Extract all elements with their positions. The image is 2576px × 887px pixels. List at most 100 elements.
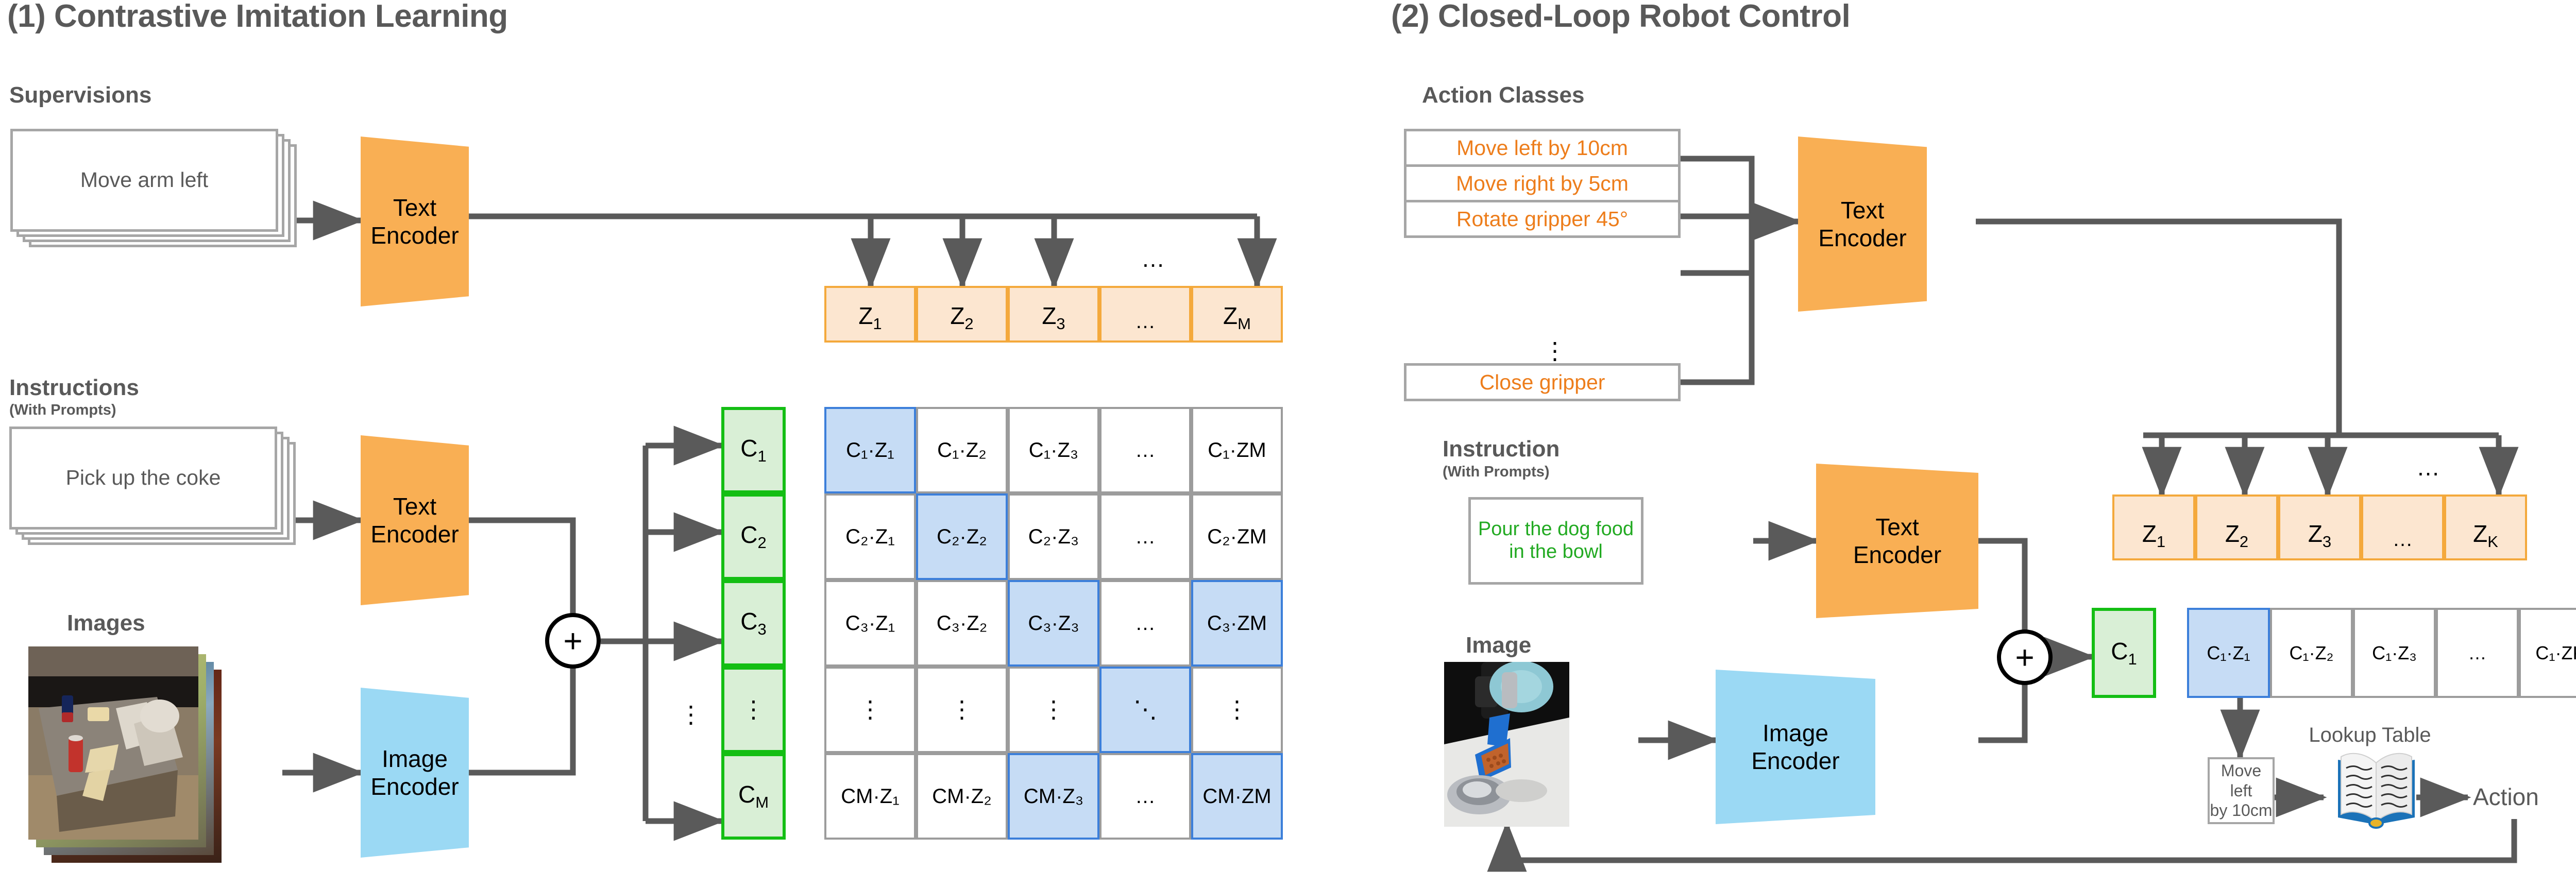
z-embedding-row-panel2: Z1 Z2 Z3… ZK [2112,494,2527,560]
z-cell: Z1 [2112,494,2195,560]
matrix-cell: C₃·Z₂ [916,580,1008,667]
similarity-matrix-panel1: C₁·Z₁ C₁·Z₂ C₁·Z₃… C₁·ZM C₂·Z₁ C₂·Z₂ C₂·Z₃… C₂·… [824,407,1283,840]
z-row-ellipsis-panel2: … [2416,454,2442,481]
matrix-row: C₂·Z₁ C₂·Z₂ C₂·Z₃… C₂·ZM [824,493,1283,580]
image-encoder-label: Image Encoder [370,745,459,800]
c-cell: C1 [721,407,786,493]
image-encoder-label: Image Encoder [1751,719,1840,774]
z-embedding-row-panel1: Z1 Z2 Z3… ZM [824,286,1283,343]
c1-embedding-box-panel2: C1 [2092,608,2156,698]
matrix-cell: … [1099,580,1191,667]
matrix-cell: C₁·ZM [1191,407,1283,493]
matrix-cell: C₁·Z₃ [1008,407,1099,493]
c-cell: C2 [721,493,786,580]
supervision-card: Move arm left [10,129,278,232]
action-class-item: Move left by 10cm [1404,129,1681,167]
c-embedding-column-panel1: C1 C2 C3 ⋮ CM [721,407,786,840]
matrix-cell: C₁·Z₂ [916,407,1008,493]
text-encoder-instructions: Text Encoder [361,435,469,605]
matrix-row: C₃·Z₁ C₃·Z₂ C₃·Z₃… C₃·ZM [824,580,1283,667]
instructions-sublabel: (With Prompts) [9,402,116,418]
action-class-last: Close gripper [1404,363,1681,401]
similarity-row-panel2: C₁·Z₁C₁·Z₂C₁·Z₃…C₁·ZK [2187,608,2576,698]
matrix-cell: ⋮ [916,667,1008,753]
z-cell: Z2 [916,286,1008,343]
panel-1-title: (1) Contrastive Imitation Learning [7,0,508,34]
z-row-ellipsis: … [1141,245,1166,272]
matrix-cell: … [1099,753,1191,840]
fusion-plus-icon-panel2: + [1997,629,2053,685]
supervisions-card-stack: Move arm left [10,129,299,247]
c1-label: C1 [2111,637,2137,669]
matrix-cell: C₁·Z₁ [824,407,916,493]
plus-symbol: + [2015,639,2035,676]
sim-cell: C₁·Z₂ [2270,608,2353,698]
z-cell: Z3 [2278,494,2361,560]
c-cell: ⋮ [721,667,786,753]
robot-scene-illustration [28,646,198,840]
instruction-label-panel2: Instruction [1443,436,1560,462]
matrix-cell: CM·Z₁ [824,753,916,840]
c-cell: C3 [721,580,786,667]
matrix-cell: C₂·ZM [1191,493,1283,580]
instruction-card-text: Pour the dog food in the bowl [1478,518,1634,562]
instruction-card: Pick up the coke [9,427,277,530]
z-row-cells: Z1 Z2 Z3… ZM [824,286,1283,343]
panel-2-title: (2) Closed-Loop Robot Control [1391,0,1851,34]
lookup-table-book-icon [2334,749,2419,829]
lookup-table-label: Lookup Table [2309,724,2431,746]
sim-row-cells: C₁·Z₁C₁·Z₂C₁·Z₃…C₁·ZK [2187,608,2576,698]
matrix-cell: CM·ZM [1191,753,1283,840]
matrix-cell: ⋮ [824,667,916,753]
z-cell: … [2361,494,2444,560]
action-classes-ellipsis: ⋮ [1543,337,1567,364]
image-thumb-panel2 [1444,662,1569,827]
images-stack [28,646,276,863]
c-column-ellipsis: ⋮ [679,701,703,728]
text-encoder-label: Text Encoder [370,194,459,249]
plus-symbol: + [563,622,583,659]
action-classes-label: Action Classes [1422,82,1585,108]
matrix-cell: … [1099,407,1191,493]
action-class-item: Rotate gripper 45° [1404,200,1681,238]
predicted-action-box: Move left by 10cm [2208,757,2275,824]
matrix-cell: ⋱ [1099,667,1191,753]
c-cell: CM [721,753,786,840]
z-cell: Z1 [824,286,916,343]
text-encoder-label: Text Encoder [1818,196,1907,251]
instruction-sublabel-panel2: (With Prompts) [1443,464,1550,480]
figure-root: (1) Contrastive Imitation Learning Super… [0,0,2576,887]
image-encoder-panel2: Image Encoder [1716,670,1875,824]
instructions-label: Instructions [9,375,139,400]
text-encoder-label: Text Encoder [370,492,459,548]
predicted-action-text: Move left by 10cm [2210,761,2273,820]
z-row-cells: Z1 Z2 Z3… ZK [2112,494,2527,560]
sim-cell: C₁·Z₃ [2353,608,2436,698]
matrix-grid: C₁·Z₁ C₁·Z₂ C₁·Z₃… C₁·ZM C₂·Z₁ C₂·Z₂ C₂·Z₃… C₂·… [824,407,1283,840]
matrix-cell: CM·Z₂ [916,753,1008,840]
matrix-cell: ⋮ [1191,667,1283,753]
image-thumb-1 [28,646,198,840]
z-cell: ZM [1191,286,1283,343]
fusion-plus-icon: + [545,613,601,669]
action-class-item: Move right by 5cm [1404,164,1681,202]
matrix-cell: CM·Z₃ [1008,753,1099,840]
text-encoder-label: Text Encoder [1853,513,1942,568]
matrix-row: C₁·Z₁ C₁·Z₂ C₁·Z₃… C₁·ZM [824,407,1283,493]
matrix-cell: C₂·Z₂ [916,493,1008,580]
matrix-cell: ⋮ [1008,667,1099,753]
z-cell: … [1099,286,1191,343]
sim-cell: C₁·ZK [2519,608,2576,698]
matrix-row: CM·Z₁ CM·Z₂ CM·Z₃… CM·ZM [824,753,1283,840]
images-label: Images [67,610,145,636]
image-label-panel2: Image [1466,633,1532,658]
z-cell: Z3 [1008,286,1099,343]
matrix-cell: … [1099,493,1191,580]
matrix-cell: C₂·Z₁ [824,493,916,580]
matrix-cell: C₃·Z₁ [824,580,916,667]
matrix-row: ⋮ ⋮ ⋮ ⋱ ⋮ [824,667,1283,753]
image-encoder-panel1: Image Encoder [361,688,469,858]
z-cell: Z2 [2195,494,2278,560]
action-classes-list: Move left by 10cm Move right by 5cm Rotate… [1404,129,1681,238]
z-cell: ZK [2444,494,2527,560]
